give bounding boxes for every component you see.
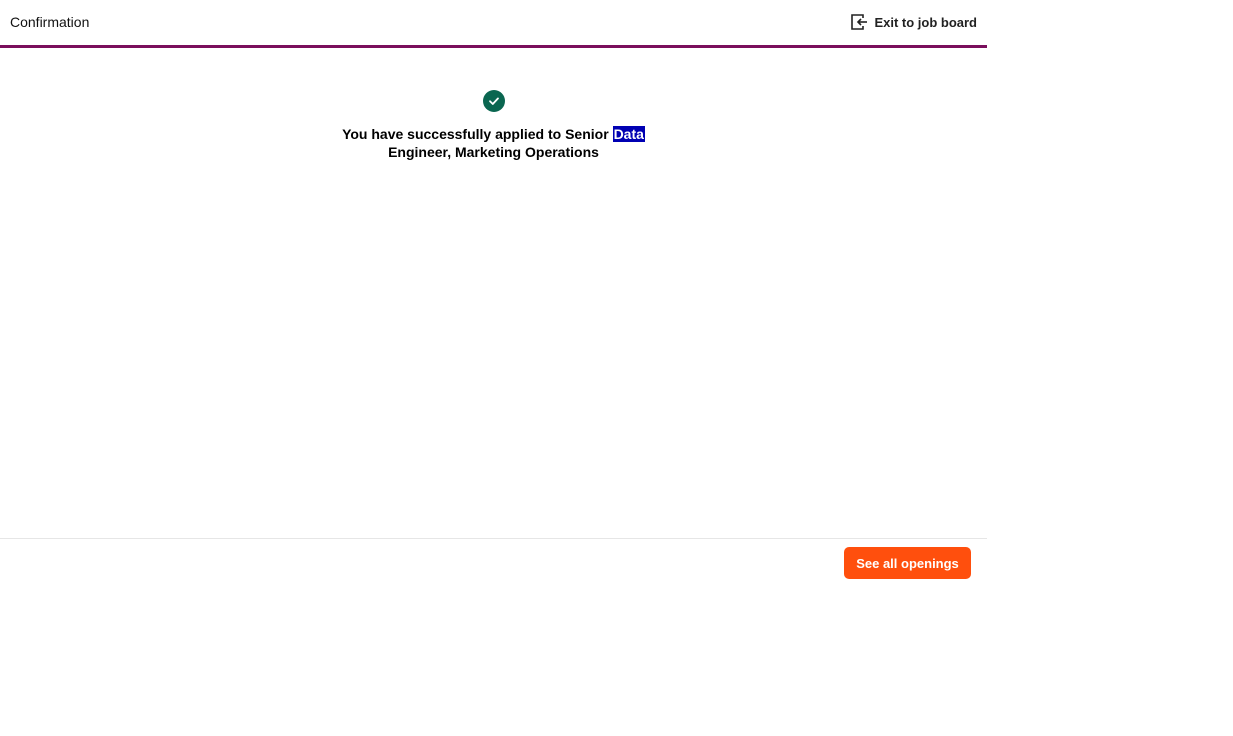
- footer-divider: [0, 538, 987, 539]
- message-text-start: You have successfully applied to Senior: [342, 126, 609, 142]
- message-text-end: Engineer, Marketing Operations: [388, 144, 599, 160]
- application-confirmation-page: Confirmation Exit to job board You have …: [0, 0, 987, 736]
- page-title: Confirmation: [10, 14, 90, 30]
- highlighted-text: Data: [612, 126, 645, 142]
- exit-door-icon: [850, 13, 868, 31]
- exit-to-job-board-link[interactable]: Exit to job board: [850, 12, 977, 32]
- header-bar: Confirmation Exit to job board: [0, 0, 987, 48]
- see-all-openings-button[interactable]: See all openings: [844, 547, 971, 579]
- check-circle-icon: [482, 90, 505, 112]
- confirmation-section: You have successfully applied to Senior …: [0, 90, 987, 161]
- exit-to-job-board-label: Exit to job board: [874, 14, 977, 30]
- confirmation-message: You have successfully applied to Senior …: [324, 125, 664, 161]
